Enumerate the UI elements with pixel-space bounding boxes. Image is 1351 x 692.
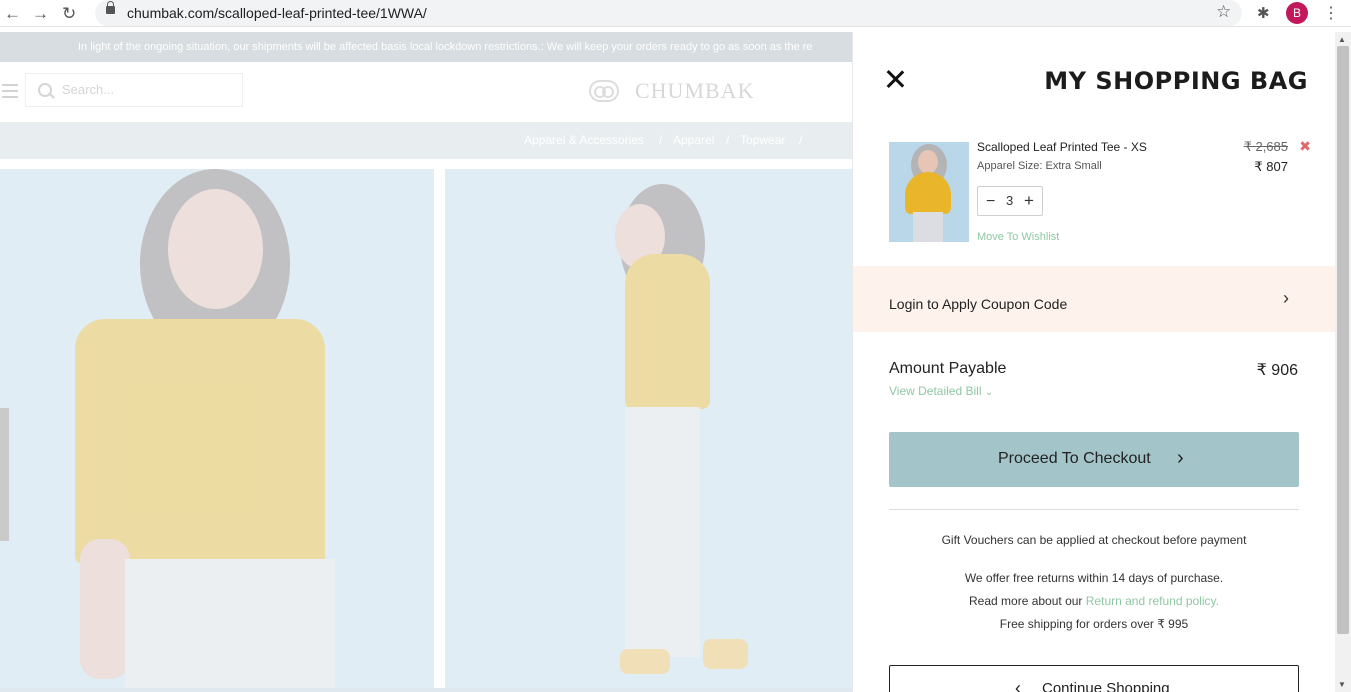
cart-item-name[interactable]: Scalloped Leaf Printed Tee - XS [977, 140, 1147, 154]
quantity-stepper: − 3 + [977, 186, 1043, 216]
profile-avatar[interactable]: B [1286, 2, 1308, 24]
free-shipping-note: Free shipping for orders over ₹ 995 [999, 617, 1189, 631]
divider [889, 509, 1299, 510]
bag-title: MY SHOPPING BAG [1044, 67, 1308, 95]
bottom-strip [0, 688, 852, 692]
cart-item-price: ₹ 807 [1254, 159, 1288, 174]
scrollbar-thumb[interactable] [1337, 46, 1349, 634]
coupon-label: Login to Apply Coupon Code [889, 296, 1068, 312]
proceed-to-checkout-button[interactable]: Proceed To Checkout › [889, 432, 1299, 487]
extensions-icon[interactable]: ✱ [1257, 4, 1270, 22]
cart-item-size: Apparel Size: Extra Small [977, 160, 1102, 172]
browser-toolbar: ← → ↻ chumbak.com/scalloped-leaf-printed… [0, 0, 1351, 27]
view-detailed-bill-link[interactable]: View Detailed Bill ⌄ [889, 384, 993, 398]
lock-icon[interactable] [106, 1, 115, 14]
gift-voucher-note: Gift Vouchers can be applied at checkout… [941, 533, 1247, 547]
browser-menu-icon[interactable]: ⋮ [1323, 3, 1339, 23]
url-text[interactable]: chumbak.com/scalloped-leaf-printed-tee/1… [127, 5, 427, 21]
chevron-right-icon: › [1283, 288, 1289, 308]
drawer-scrollbar[interactable]: ▲ ▼ [1335, 32, 1351, 692]
decrease-quantity-button[interactable]: − [986, 193, 995, 211]
checkout-label: Proceed To Checkout [998, 450, 1151, 467]
chevron-right-icon: › [1177, 447, 1184, 469]
detailed-bill-label: View Detailed Bill [889, 384, 982, 398]
amount-payable-value: ₹ 906 [1256, 362, 1298, 379]
continue-shopping-label: Continue Shopping [1042, 680, 1170, 692]
chevron-down-icon: ⌄ [984, 387, 994, 398]
back-icon[interactable]: ← [4, 4, 21, 24]
chevron-left-icon: ‹ [1015, 678, 1021, 692]
scroll-down-arrow-icon[interactable]: ▼ [1338, 680, 1346, 689]
quantity-value[interactable]: 3 [1006, 193, 1013, 208]
coupon-row[interactable]: Login to Apply Coupon Code › [853, 266, 1335, 332]
read-more-prefix: Read more about our [969, 594, 1083, 608]
continue-shopping-button[interactable]: ‹ Continue Shopping [889, 665, 1299, 692]
amount-payable-label: Amount Payable [889, 360, 1007, 377]
cart-item-original-price: ₹ 2,685 [1243, 139, 1288, 154]
cart-item-image[interactable] [889, 142, 969, 242]
shopping-bag-drawer: MY SHOPPING BAG Scalloped Leaf Printed T… [852, 32, 1335, 692]
forward-icon[interactable]: → [32, 4, 49, 24]
increase-quantity-button[interactable]: + [1024, 191, 1034, 211]
read-more-line: Read more about our Return and refund po… [889, 594, 1299, 608]
reload-icon[interactable]: ↻ [62, 4, 76, 24]
scroll-up-arrow-icon[interactable]: ▲ [1338, 35, 1346, 44]
page-overlay[interactable] [0, 32, 852, 692]
move-to-wishlist-link[interactable]: Move To Wishlist [977, 231, 1059, 243]
remove-item-icon[interactable]: ✖ [1299, 138, 1311, 155]
bookmark-star-icon[interactable]: ☆ [1216, 2, 1231, 22]
return-policy-link[interactable]: Return and refund policy. [1086, 594, 1219, 608]
returns-note: We offer free returns within 14 days of … [964, 571, 1224, 585]
close-icon[interactable] [885, 69, 905, 89]
